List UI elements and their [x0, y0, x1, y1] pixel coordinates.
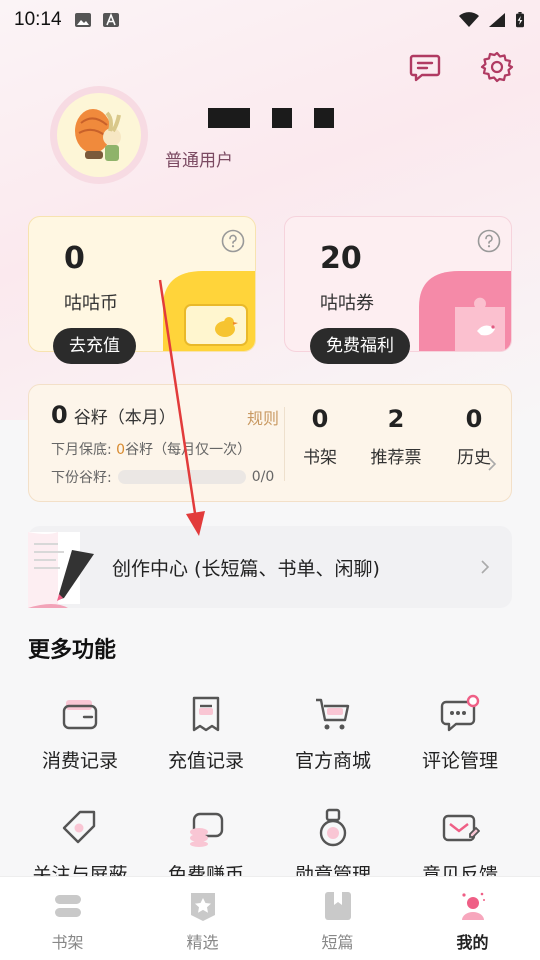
- wallet-icon: [62, 700, 98, 730]
- bottom-tab-bar: 书架 精选 短篇 我的: [0, 876, 540, 960]
- message-icon[interactable]: [408, 50, 442, 84]
- profile-icon: [461, 892, 485, 920]
- avatar-image: [57, 93, 141, 177]
- grain-guarantee: 下月保底: 0谷籽（每月仅一次）: [51, 442, 252, 458]
- grain-progress-text: 0/0: [251, 469, 275, 485]
- coin-label: 咕咕币: [64, 293, 118, 314]
- puzzle-illustration-icon: [419, 271, 511, 351]
- func-comment-management[interactable]: 评论管理: [400, 694, 520, 773]
- creation-center-entry[interactable]: 创作中心 (长短篇、书单、闲聊): [28, 526, 512, 608]
- book-bookmark-icon: [324, 892, 351, 920]
- tab-bookshelf[interactable]: 书架: [0, 877, 135, 960]
- grain-next: 下份谷籽: 0/0: [51, 467, 274, 487]
- gallery-notification-icon: [74, 13, 91, 27]
- stat-bookshelf[interactable]: 0 书架: [285, 405, 355, 468]
- receipt-icon: [192, 696, 220, 732]
- tab-featured[interactable]: 精选: [135, 877, 270, 960]
- grain-amount: 0: [51, 401, 68, 429]
- settings-gear-icon[interactable]: [480, 50, 514, 84]
- tag-icon: [62, 810, 96, 844]
- free-welfare-button[interactable]: 免费福利: [310, 328, 410, 364]
- status-bar: 10:14: [0, 0, 540, 40]
- tab-mine[interactable]: 我的: [405, 877, 540, 960]
- bookshelf-icon: [54, 895, 81, 917]
- feedback-icon: [442, 814, 480, 842]
- battery-charging-icon: [516, 12, 524, 28]
- grain-rule-link[interactable]: 规则: [247, 405, 279, 429]
- ticket-label: 咕咕券: [320, 293, 374, 314]
- status-time: 10:14: [14, 9, 62, 30]
- grain-progress-bar: [117, 470, 246, 484]
- stat-recommend-votes[interactable]: 2 推荐票: [361, 405, 431, 468]
- stat-history[interactable]: 0 历史: [439, 405, 509, 468]
- coin-balance: 0: [64, 241, 85, 276]
- grain-next-label: 下份谷籽:: [51, 470, 112, 486]
- grain-card: 0 谷籽（本月） 规则 下月保底: 0谷籽（每月仅一次） 下份谷籽: 0/0 0…: [28, 384, 512, 502]
- func-official-store[interactable]: 官方商城: [273, 694, 393, 773]
- avatar-character-icon: [75, 109, 121, 161]
- func-consumption-records[interactable]: 消费记录: [20, 694, 140, 773]
- help-icon[interactable]: [221, 229, 245, 253]
- medal-icon: [319, 808, 347, 847]
- username-redacted: [208, 108, 334, 128]
- chevron-right-icon: [488, 457, 497, 471]
- more-functions-title: 更多功能: [28, 638, 117, 663]
- signal-icon: [489, 13, 505, 27]
- featured-star-icon: [190, 893, 215, 921]
- cart-icon: [316, 698, 350, 730]
- creation-center-label: 创作中心 (长短篇、书单、闲聊): [112, 558, 380, 580]
- font-notification-icon: [102, 12, 119, 27]
- user-level: 普通用户: [165, 151, 233, 171]
- coin-ticket-illustration-icon: [163, 271, 255, 351]
- chevron-right-icon: [481, 560, 490, 574]
- help-icon[interactable]: [477, 229, 501, 253]
- coins-icon: [190, 812, 224, 847]
- recharge-button[interactable]: 去充值: [53, 328, 136, 364]
- comment-icon: [440, 694, 480, 732]
- wifi-icon: [459, 12, 479, 27]
- grain-unit-label: 谷籽（本月）: [73, 408, 176, 428]
- notebook-pen-icon: [28, 532, 94, 608]
- avatar[interactable]: [50, 86, 148, 184]
- tab-short-stories[interactable]: 短篇: [270, 877, 405, 960]
- func-recharge-records[interactable]: 充值记录: [146, 694, 266, 773]
- ticket-balance: 20: [320, 241, 362, 276]
